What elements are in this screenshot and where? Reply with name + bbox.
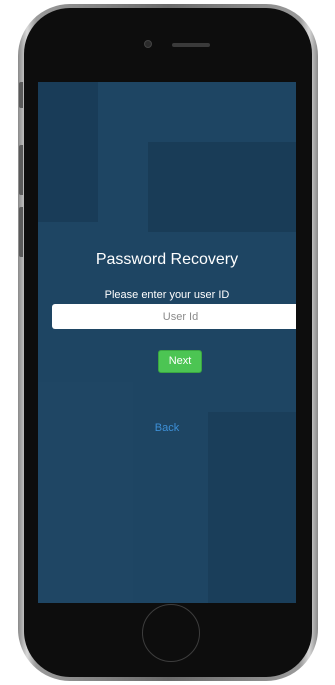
- volume-up-button: [19, 145, 23, 195]
- background-panel: [38, 82, 98, 222]
- user-id-prompt: Please enter your user ID: [104, 289, 230, 301]
- user-id-field[interactable]: [52, 304, 296, 329]
- next-button[interactable]: Next: [158, 350, 202, 373]
- background-panel: [148, 142, 296, 232]
- front-camera-icon: [144, 40, 152, 48]
- back-link[interactable]: Back: [38, 422, 296, 434]
- silent-switch: [19, 82, 23, 108]
- page-title: Password Recovery: [95, 251, 239, 268]
- volume-down-button: [19, 207, 23, 257]
- background-panel: [208, 412, 296, 603]
- home-button: [142, 604, 200, 662]
- speaker-grille: [172, 43, 210, 47]
- app-screen: Password Recovery Please enter your user…: [38, 82, 296, 603]
- background-panel: [38, 382, 133, 603]
